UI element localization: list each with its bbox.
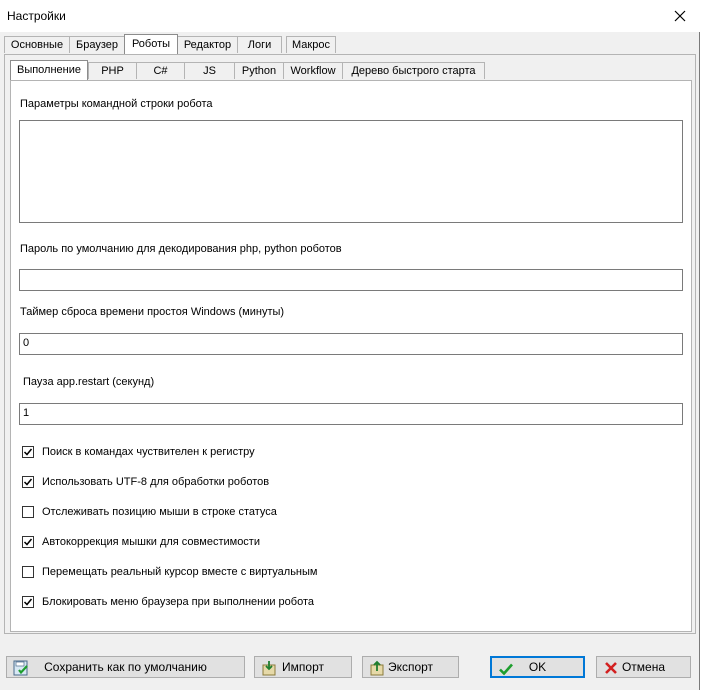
import-button[interactable]: Импорт — [254, 656, 352, 678]
checkbox-box — [22, 566, 34, 578]
utf8-checkbox[interactable]: Использовать UTF-8 для обработки роботов — [22, 474, 269, 490]
button-label: Импорт — [282, 660, 324, 674]
checkbox-box — [22, 596, 34, 608]
checkbox-label: Блокировать меню браузера при выполнении… — [42, 596, 315, 608]
tab-label: Логи — [247, 39, 272, 51]
cancel-button[interactable]: Отмена — [596, 656, 691, 678]
checkbox-box — [22, 446, 34, 458]
tab-label: JS — [203, 65, 216, 77]
tab-label: Выполнение — [16, 64, 82, 76]
tab-basic[interactable]: Основные — [4, 36, 70, 53]
tab-editor[interactable]: Редактор — [177, 36, 238, 53]
checkbox-box — [22, 506, 34, 518]
idle-timer-label: Таймер сброса времени простоя Windows (м… — [20, 306, 285, 318]
case-sensitive-checkbox[interactable]: Поиск в командах чуствителен к регистру — [22, 444, 255, 460]
cmd-params-textarea[interactable] — [19, 120, 683, 223]
checkmark-icon — [23, 538, 33, 546]
checkbox-label: Использовать UTF-8 для обработки роботов — [42, 476, 270, 488]
pause-input[interactable]: 1 — [19, 403, 683, 425]
tab-label: PHP — [101, 65, 124, 77]
checkmark-icon — [23, 598, 33, 606]
checkbox-label: Перемещать реальный курсор вместе с вирт… — [42, 566, 318, 578]
close-icon — [674, 10, 686, 22]
window-title: Настройки — [7, 9, 66, 23]
checkbox-label: Поиск в командах чуствителен к регистру — [42, 446, 255, 458]
save-default-button[interactable]: Сохранить как по умолчанию — [6, 656, 245, 678]
tab-logs[interactable]: Логи — [237, 36, 282, 53]
cmd-params-label: Параметры командной строки робота — [20, 98, 213, 110]
tab-label: Редактор — [183, 39, 232, 51]
tab-label: Макрос — [292, 39, 330, 51]
tab-workflow[interactable]: Workflow — [283, 62, 343, 79]
tab-js[interactable]: JS — [184, 62, 235, 79]
move-real-cursor-checkbox[interactable]: Перемещать реальный курсор вместе с вирт… — [22, 564, 317, 580]
button-label: Сохранить как по умолчанию — [44, 660, 207, 674]
pause-label: Пауза app.restart (секунд) — [23, 376, 155, 388]
tab-robots[interactable]: Роботы — [124, 34, 178, 54]
tab-label: Роботы — [131, 38, 171, 50]
track-mouse-checkbox[interactable]: Отслеживать позицию мыши в строке статус… — [22, 504, 277, 520]
ok-button[interactable]: OK — [490, 656, 585, 678]
button-label: OK — [528, 660, 547, 674]
tab-label: Workflow — [290, 65, 336, 77]
password-label: Пароль по умолчанию для декодирования ph… — [20, 243, 342, 255]
checkbox-label: Отслеживать позицию мыши в строке статус… — [42, 506, 277, 518]
tab-php[interactable]: PHP — [88, 62, 137, 79]
button-label: Экспорт — [387, 660, 434, 674]
mouse-autocorrect-checkbox[interactable]: Автокоррекция мышки для совместимости — [22, 534, 260, 550]
checkmark-icon — [23, 478, 33, 486]
tab-label: Браузер — [76, 39, 118, 51]
checkmark-icon — [23, 448, 33, 456]
tab-label: Дерево быстрого старта — [351, 65, 476, 77]
button-label: Отмена — [621, 660, 666, 674]
tab-label: Python — [241, 65, 277, 77]
tab-browser[interactable]: Браузер — [69, 36, 125, 53]
tab-quickstart-tree[interactable]: Дерево быстрого старта — [342, 62, 485, 79]
tab-label: C# — [153, 65, 168, 77]
settings-window: Настройки Основные Браузер Роботы Редакт… — [0, 0, 700, 690]
tab-execution[interactable]: Выполнение — [10, 60, 88, 80]
tab-csharp[interactable]: C# — [136, 62, 185, 79]
idle-timer-input[interactable]: 0 — [19, 333, 683, 355]
password-input[interactable] — [19, 269, 683, 291]
checkbox-box — [22, 536, 34, 548]
checkbox-label: Автокоррекция мышки для совместимости — [42, 536, 260, 548]
checkbox-box — [22, 476, 34, 488]
export-button[interactable]: Экспорт — [362, 656, 459, 678]
close-button[interactable] — [668, 4, 692, 28]
block-browser-menu-checkbox[interactable]: Блокировать меню браузера при выполнении… — [22, 594, 314, 610]
title-bar: Настройки — [0, 0, 700, 32]
tab-macro[interactable]: Макрос — [286, 36, 336, 53]
tab-label: Основные — [10, 39, 64, 51]
tab-python[interactable]: Python — [234, 62, 284, 79]
